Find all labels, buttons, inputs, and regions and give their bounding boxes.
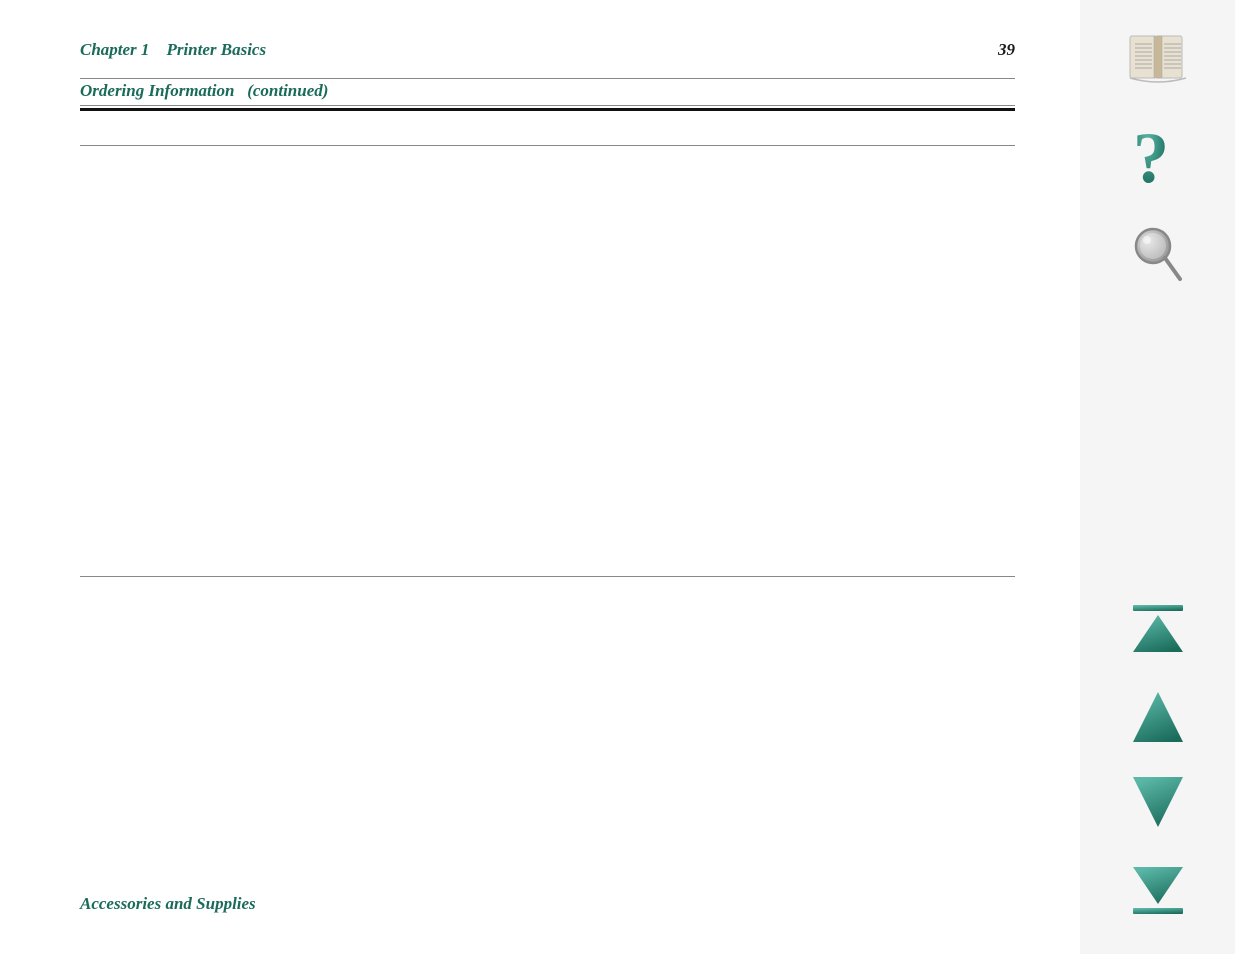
last-page-icon[interactable] bbox=[1123, 854, 1193, 924]
page-number: 39 bbox=[998, 40, 1015, 60]
search-icon[interactable] bbox=[1125, 220, 1190, 295]
content-divider-1 bbox=[80, 145, 1015, 146]
section-title-text: Ordering Information bbox=[80, 81, 234, 100]
chapter-title: Chapter 1 Printer Basics bbox=[80, 40, 266, 60]
book-icon[interactable] bbox=[1118, 20, 1198, 100]
section-title: Ordering Information (continued) bbox=[80, 81, 1015, 101]
content-main-section bbox=[80, 176, 1015, 576]
chapter-title-text: Printer Basics bbox=[166, 40, 266, 59]
header-row: Chapter 1 Printer Basics 39 bbox=[80, 40, 1015, 60]
section-header: Ordering Information (continued) bbox=[80, 78, 1015, 111]
chapter-label: Chapter 1 bbox=[80, 40, 149, 59]
previous-page-icon[interactable] bbox=[1123, 684, 1193, 749]
header-thick-rule bbox=[80, 108, 1015, 111]
svg-text:?: ? bbox=[1133, 120, 1169, 198]
help-icon[interactable]: ? bbox=[1128, 120, 1188, 200]
header-thin-rule-2 bbox=[80, 105, 1015, 106]
next-page-icon[interactable] bbox=[1123, 769, 1193, 834]
sidebar: ? bbox=[1080, 0, 1235, 954]
section-subtitle: (continued) bbox=[247, 81, 328, 100]
main-content: Chapter 1 Printer Basics 39 Ordering Inf… bbox=[0, 0, 1075, 954]
footer-title: Accessories and Supplies bbox=[80, 894, 1055, 914]
first-page-icon[interactable] bbox=[1123, 594, 1193, 664]
footer-section: Accessories and Supplies bbox=[80, 876, 1055, 914]
content-top-section bbox=[80, 115, 1015, 176]
content-divider-2 bbox=[80, 576, 1015, 577]
header-thin-rule bbox=[80, 78, 1015, 79]
